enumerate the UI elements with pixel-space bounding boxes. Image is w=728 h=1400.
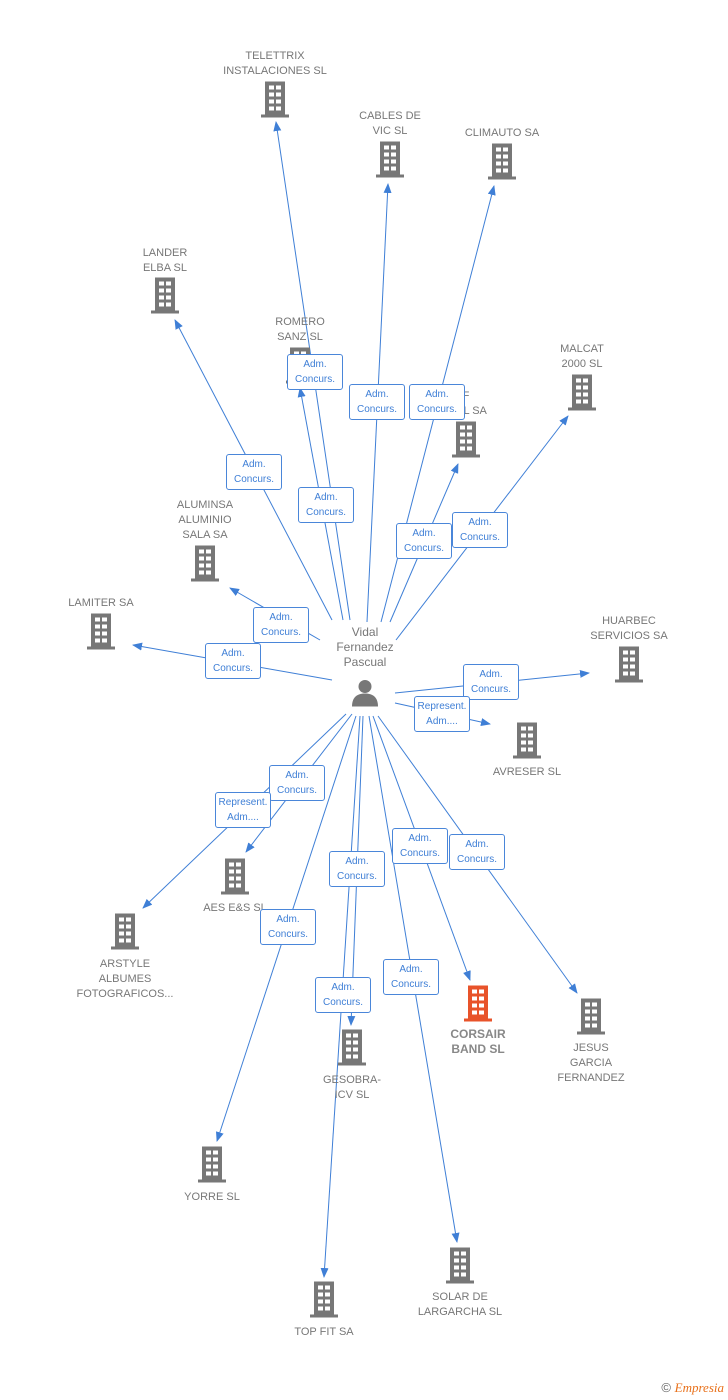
edge-label-topfit[interactable]: Adm. Concurs. bbox=[315, 977, 371, 1013]
building-icon[interactable] bbox=[260, 81, 290, 123]
company-label-malcat[interactable]: MALCAT 2000 SL bbox=[560, 342, 604, 372]
edge-label-arstyle[interactable]: Represent. Adm.... bbox=[215, 792, 271, 828]
edge-label-avreser[interactable]: Represent. Adm.... bbox=[414, 696, 470, 732]
company-label-aluminsa[interactable]: ALUMINSA ALUMINIO SALA SA bbox=[177, 498, 233, 543]
company-label-romero[interactable]: ROMERO SANZ SL bbox=[275, 315, 325, 345]
building-icon[interactable] bbox=[512, 722, 542, 764]
footer-brand: © Empresia bbox=[661, 1380, 724, 1395]
building-icon[interactable] bbox=[445, 1247, 475, 1289]
edge-label-climauto[interactable]: Adm. Concurs. bbox=[409, 384, 465, 420]
company-label-huarbec[interactable]: HUARBEC SERVICIOS SA bbox=[590, 614, 667, 644]
edge-label-lander[interactable]: Adm. Concurs. bbox=[226, 454, 282, 490]
edge-label-fcial[interactable]: Adm. Concurs. bbox=[396, 523, 452, 559]
edge-label-gesobra[interactable]: Adm. Concurs. bbox=[329, 851, 385, 887]
edge-label-lamiter[interactable]: Adm. Concurs. bbox=[205, 643, 261, 679]
edge-label-aluminsa[interactable]: Adm. Concurs. bbox=[253, 607, 309, 643]
company-label-solar[interactable]: SOLAR DE LARGARCHA SL bbox=[418, 1290, 502, 1320]
building-icon[interactable] bbox=[567, 374, 597, 416]
edge-label-corsair[interactable]: Adm. Concurs. bbox=[392, 828, 448, 864]
building-icon[interactable] bbox=[220, 858, 250, 900]
company-label-gesobra[interactable]: GESOBRA- ICV SL bbox=[323, 1073, 381, 1103]
edge-label-cables[interactable]: Adm. Concurs. bbox=[349, 384, 405, 420]
network-diagram: TELETTRIX INSTALACIONES SL CABLES DE VIC SL… bbox=[0, 0, 728, 1400]
building-icon[interactable] bbox=[451, 421, 481, 463]
company-label-yorre[interactable]: YORRE SL bbox=[184, 1190, 240, 1205]
edge-label-malcat[interactable]: Adm. Concurs. bbox=[452, 512, 508, 548]
building-icon[interactable] bbox=[86, 613, 116, 655]
building-icon[interactable] bbox=[614, 646, 644, 688]
building-icon[interactable] bbox=[337, 1029, 367, 1071]
building-icon[interactable] bbox=[463, 985, 493, 1027]
company-label-aes[interactable]: AES E&S SL bbox=[203, 901, 267, 916]
company-label-arstyle[interactable]: ARSTYLE ALBUMES FOTOGRAFICOS... bbox=[77, 957, 174, 1002]
company-label-lamiter[interactable]: LAMITER SA bbox=[68, 596, 133, 611]
edge-label-aes[interactable]: Adm. Concurs. bbox=[269, 765, 325, 801]
company-label-jesus[interactable]: JESUS GARCIA FERNANDEZ bbox=[557, 1041, 624, 1086]
edge-label-yorre[interactable]: Adm. Concurs. bbox=[260, 909, 316, 945]
brand-logo: Empresia bbox=[674, 1380, 724, 1395]
company-label-topfit[interactable]: TOP FIT SA bbox=[294, 1325, 353, 1340]
building-icon[interactable] bbox=[375, 141, 405, 183]
company-label-climauto[interactable]: CLIMAUTO SA bbox=[465, 126, 539, 141]
edge-label-telettrix[interactable]: Adm. Concurs. bbox=[287, 354, 343, 390]
company-label-corsair[interactable]: CORSAIR BAND SL bbox=[450, 1027, 505, 1057]
person-icon[interactable] bbox=[350, 678, 380, 713]
building-icon[interactable] bbox=[309, 1281, 339, 1323]
edge-label-romero[interactable]: Adm. Concurs. bbox=[298, 487, 354, 523]
edge-label-huarbec[interactable]: Adm. Concurs. bbox=[463, 664, 519, 700]
building-icon[interactable] bbox=[110, 913, 140, 955]
building-icon[interactable] bbox=[190, 545, 220, 587]
building-icon[interactable] bbox=[487, 143, 517, 185]
building-icon[interactable] bbox=[150, 277, 180, 319]
company-label-telettrix[interactable]: TELETTRIX INSTALACIONES SL bbox=[223, 49, 327, 79]
edge-label-solar[interactable]: Adm. Concurs. bbox=[383, 959, 439, 995]
building-icon[interactable] bbox=[197, 1146, 227, 1188]
company-label-avreser[interactable]: AVRESER SL bbox=[493, 765, 561, 780]
building-icon[interactable] bbox=[576, 998, 606, 1040]
company-label-cables[interactable]: CABLES DE VIC SL bbox=[359, 109, 421, 139]
company-label-lander[interactable]: LANDER ELBA SL bbox=[143, 246, 188, 276]
center-person-name[interactable]: Vidal Fernandez Pascual bbox=[336, 625, 394, 670]
edge-label-jesus[interactable]: Adm. Concurs. bbox=[449, 834, 505, 870]
